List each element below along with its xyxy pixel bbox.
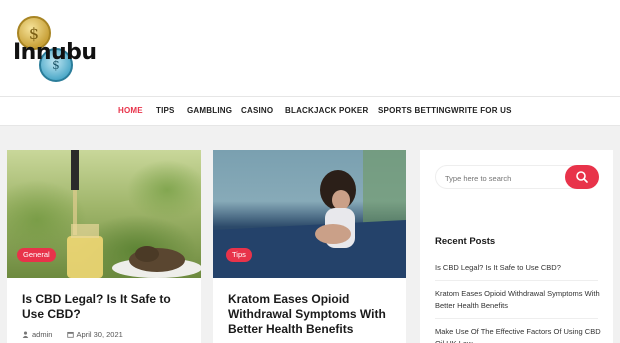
post-card: General Is CBD Legal? Is It Safe to Use … <box>7 150 201 343</box>
recent-posts-heading: Recent Posts <box>435 236 496 247</box>
post-date[interactable]: April 30, 2021 <box>77 330 123 339</box>
post-title[interactable]: Kratom Eases Opioid Withdrawal Symptoms … <box>228 292 398 337</box>
site-header: $ $ Innubu <box>0 0 620 96</box>
post-title[interactable]: Is CBD Legal? Is It Safe to Use CBD? <box>22 292 192 322</box>
main-navigation: HOME TIPS GAMBLING CASINO BLACKJACK POKE… <box>0 96 620 126</box>
calendar-icon <box>66 331 74 338</box>
user-icon <box>22 331 29 338</box>
post-author[interactable]: admin <box>32 330 52 339</box>
search-input[interactable] <box>445 171 560 185</box>
divider <box>435 280 598 281</box>
post-meta: admin April 30, 2021 <box>22 330 123 339</box>
woman-sitting-on-bed-photo[interactable]: Tips <box>213 150 406 278</box>
site-logo[interactable]: $ $ Innubu <box>13 14 97 82</box>
brand-name: Innubu <box>13 40 97 65</box>
nav-item-sports-betting[interactable]: SPORTS BETTING <box>378 106 451 115</box>
post-card: Tips Kratom Eases Opioid Withdrawal Symp… <box>213 150 406 343</box>
nav-item-blackjack[interactable]: BLACKJACK <box>285 106 337 115</box>
nav-item-home[interactable]: HOME <box>118 106 143 115</box>
recent-post-link[interactable]: Is CBD Legal? Is It Safe to Use CBD? <box>435 262 605 274</box>
category-badge[interactable]: Tips <box>226 248 252 262</box>
category-badge[interactable]: General <box>17 248 56 262</box>
divider <box>435 318 598 319</box>
nav-item-casino[interactable]: CASINO <box>241 106 273 115</box>
search-icon <box>576 171 588 183</box>
recent-post-link[interactable]: Make Use Of The Effective Factors Of Usi… <box>435 326 605 343</box>
recent-post-link[interactable]: Kratom Eases Opioid Withdrawal Symptoms … <box>435 288 605 312</box>
nav-item-poker[interactable]: POKER <box>339 106 368 115</box>
cbd-oil-dropper-photo[interactable]: General <box>7 150 201 278</box>
sidebar: Recent Posts Is CBD Legal? Is It Safe to… <box>420 150 613 343</box>
nav-item-tips[interactable]: TIPS <box>156 106 175 115</box>
nav-item-write-for-us[interactable]: WRITE FOR US <box>451 106 512 115</box>
nav-item-gambling[interactable]: GAMBLING <box>187 106 232 115</box>
search-button[interactable] <box>565 165 599 189</box>
